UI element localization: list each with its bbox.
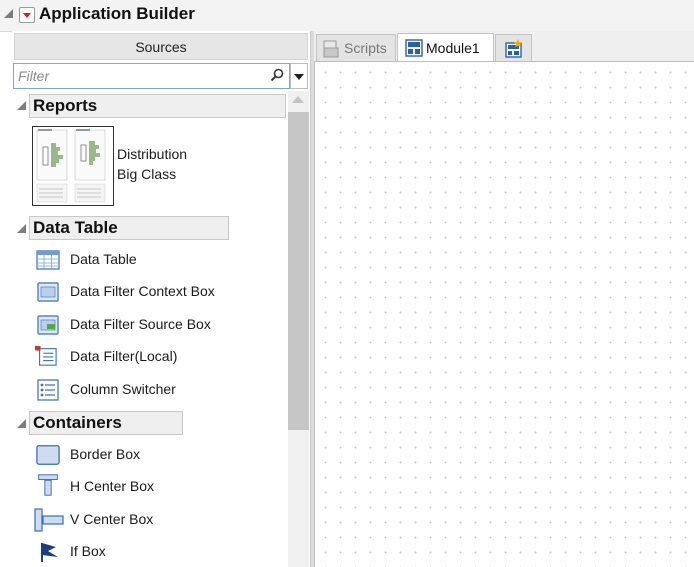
source-item-h-center-box[interactable]: H Center Box: [70, 478, 154, 494]
flag-icon: [41, 543, 58, 562]
section-collapse-icon[interactable]: [17, 101, 26, 110]
scroll-up-arrow-icon[interactable]: [292, 96, 304, 103]
filter-dropdown-button[interactable]: [290, 63, 308, 89]
add-module-icon: [505, 39, 523, 58]
window-title: Application Builder: [39, 4, 195, 23]
tab-module1[interactable]: Module1: [397, 33, 494, 62]
filter-input[interactable]: [18, 67, 258, 85]
source-item-data-filter-source-box[interactable]: Data Filter Source Box: [70, 316, 211, 332]
sources-header: Sources: [14, 33, 308, 60]
report-item-table[interactable]: Big Class: [117, 166, 176, 182]
source-item-border-box[interactable]: Border Box: [70, 446, 140, 462]
data-filter-source-box-icon: [37, 315, 59, 335]
section-header-reports[interactable]: Reports: [29, 94, 286, 118]
search-icon[interactable]: [270, 68, 284, 82]
scrollbar-thumb[interactable]: [288, 112, 309, 430]
module-icon: [405, 39, 423, 57]
border-box-icon: [36, 445, 60, 465]
v-center-box-icon: [34, 508, 64, 532]
tab-scripts-label: Scripts: [344, 40, 387, 56]
section-header-data-table[interactable]: Data Table: [29, 216, 229, 240]
data-table-icon: [36, 250, 60, 270]
tab-scripts[interactable]: Scripts: [316, 34, 396, 61]
source-item-v-center-box[interactable]: V Center Box: [70, 511, 153, 527]
report-item-name[interactable]: Distribution: [117, 146, 187, 162]
section-collapse-icon[interactable]: [17, 224, 26, 233]
report-thumbnail[interactable]: [32, 126, 114, 206]
section-collapse-icon[interactable]: [17, 419, 26, 428]
module-canvas[interactable]: [314, 61, 694, 567]
source-item-column-switcher[interactable]: Column Switcher: [70, 381, 176, 397]
red-triangle-menu-button[interactable]: [19, 7, 35, 23]
column-switcher-icon: [37, 379, 59, 401]
add-module-tab[interactable]: [495, 34, 532, 61]
tab-module1-label: Module1: [426, 40, 480, 56]
distribution-thumbnail-icon: [36, 129, 106, 203]
script-icon: [323, 40, 339, 58]
source-item-if-box[interactable]: If Box: [70, 543, 106, 559]
source-item-data-table[interactable]: Data Table: [70, 251, 137, 267]
source-item-data-filter-context-box[interactable]: Data Filter Context Box: [70, 283, 215, 299]
source-item-data-filter-local[interactable]: Data Filter(Local): [70, 348, 177, 364]
section-header-containers[interactable]: Containers: [29, 411, 183, 435]
data-filter-local-icon: [35, 345, 57, 366]
disclosure-triangle-icon[interactable]: [4, 9, 13, 18]
data-filter-context-box-icon: [37, 282, 59, 302]
h-center-box-icon: [38, 474, 58, 496]
